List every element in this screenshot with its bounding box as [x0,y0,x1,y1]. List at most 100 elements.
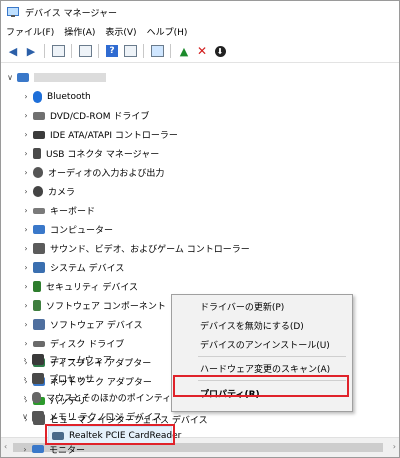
tree-item-firmware[interactable]: › ファームウェア [20,350,112,369]
keyboard-icon [33,207,45,214]
expand-arrow-icon[interactable]: › [21,92,31,101]
tree-item-label: オーディオの入力および出力 [48,169,165,179]
scroll-left-icon[interactable]: ‹ [4,442,7,451]
context-separator [198,356,346,357]
system-device-icon [33,262,45,273]
menu-view[interactable]: 表示(V) [105,25,136,38]
tree-item-keyboard[interactable]: › キーボード [21,201,95,220]
expand-arrow-icon[interactable]: › [21,225,31,234]
toolbar: ◀ ▶ ? ▲ ✕ ⬇ [1,40,399,63]
tree-item-label: Bluetooth [47,91,91,102]
action-pane-icon[interactable] [122,43,138,59]
expand-arrow-icon[interactable]: › [20,393,30,402]
tree-item-label: コンピューター [50,226,114,236]
tree-item-label: キーボード [50,207,96,217]
disable-device-icon[interactable]: ⬇ [212,43,228,59]
tree-item-label: マウスとそのほかのポインティング [46,394,190,404]
scroll-right-icon[interactable]: › [393,442,396,451]
back-arrow-icon[interactable]: ◀ [5,43,21,59]
expand-arrow-icon[interactable]: › [21,130,31,139]
sound-icon [33,243,45,254]
tree-item-label: ソフトウェア デバイス [50,321,143,331]
properties-grid-icon[interactable] [50,43,66,59]
expand-arrow-icon[interactable]: › [21,111,31,120]
tree-item-security[interactable]: › セキュリティ デバイス [21,277,138,296]
tree-item-mouse[interactable]: › マウスとそのほかのポインティング [20,388,189,407]
tree-item-software-device[interactable]: › ソフトウェア デバイス [21,315,143,334]
bluetooth-icon [33,90,42,103]
collapse-arrow-icon[interactable]: ∨ [20,412,30,421]
update-driver-icon[interactable]: ▲ [176,43,192,59]
expand-arrow-icon[interactable]: › [21,149,31,158]
security-device-icon [33,281,41,292]
context-uninstall-device[interactable]: デバイスのアンインストール(U) [172,335,352,353]
expand-arrow-icon[interactable]: › [21,168,31,177]
menu-bar: ファイル(F) 操作(A) 表示(V) ヘルプ(H) [1,23,399,40]
tree-item-audio[interactable]: › オーディオの入力および出力 [21,163,164,182]
tree-item-label: モニター [49,445,86,456]
tree-item-label: システム デバイス [50,264,125,274]
menu-action[interactable]: 操作(A) [64,25,95,38]
title-bar: デバイス マネージャー [1,1,399,23]
audio-icon [33,167,43,178]
window-title: デバイス マネージャー [25,8,117,19]
expand-arrow-icon[interactable]: › [21,320,31,329]
monitor-icon [32,445,44,453]
computer-icon [33,225,45,234]
tree-item-label: IDE ATA/ATAPI コントローラー [50,131,178,141]
tree-item-label: プロセッサ [49,375,95,385]
tree-root-label [34,73,106,82]
tree-item-label: ソフトウェア コンポーネント [46,302,166,312]
context-update-driver[interactable]: ドライバーの更新(P) [172,297,352,315]
tree-item-label: セキュリティ デバイス [46,283,139,293]
computer-root-icon [17,73,29,82]
context-disable-device[interactable]: デバイスを無効にする(D) [172,316,352,334]
show-hide-tree-icon[interactable] [77,43,93,59]
disk-drive-icon [33,340,45,347]
tree-item-sound[interactable]: › サウンド、ビデオ、およびゲーム コントローラー [21,239,250,258]
firmware-icon [32,354,44,365]
tree-item-system[interactable]: › システム デバイス [21,258,124,277]
tree-item-label: メモリ テクノロジ デバイス [49,413,162,423]
uninstall-device-icon[interactable]: ✕ [194,43,210,59]
expand-arrow-icon[interactable]: › [21,187,31,196]
tree-item-label: DVD/CD-ROM ドライブ [50,112,150,122]
tree-item-bluetooth[interactable]: › Bluetooth [21,87,91,106]
expand-arrow-icon[interactable]: › [21,339,31,348]
menu-file[interactable]: ファイル(F) [6,25,54,38]
processor-icon [32,373,44,384]
help-icon[interactable]: ? [104,43,120,59]
expand-arrow-icon[interactable]: › [21,301,31,310]
tree-item-label: ディスク ドライブ [50,340,125,350]
ide-controller-icon [33,130,45,139]
usb-connector-icon [33,148,41,159]
tree-item-label: サウンド、ビデオ、およびゲーム コントローラー [50,245,250,255]
expand-arrow-icon[interactable]: › [20,355,30,364]
tree-item-dvd[interactable]: › DVD/CD-ROM ドライブ [21,106,149,125]
expand-arrow-icon[interactable]: › [21,206,31,215]
expand-arrow-icon[interactable]: › [21,282,31,291]
tree-item-monitor[interactable]: › モニター [20,442,85,456]
collapse-arrow-icon[interactable]: ∨ [5,73,15,82]
expand-arrow-icon[interactable]: › [20,374,30,383]
expand-arrow-icon[interactable]: › [20,445,30,454]
tree-item-processor[interactable]: › プロセッサ [20,369,94,388]
software-device-icon [33,319,45,330]
expand-arrow-icon[interactable]: › [21,244,31,253]
expand-arrow-icon[interactable]: › [21,263,31,272]
scan-hardware-icon[interactable] [149,43,165,59]
tree-item-label: USB コネクタ マネージャー [46,150,160,160]
device-manager-icon [7,7,19,17]
software-component-icon [33,300,41,311]
mouse-icon [32,392,41,403]
tree-item-software-component[interactable]: › ソフトウェア コンポーネント [21,296,166,315]
forward-arrow-icon[interactable]: ▶ [23,43,39,59]
tree-item-ide[interactable]: › IDE ATA/ATAPI コントローラー [21,125,178,144]
tree-item-camera[interactable]: › カメラ [21,182,75,201]
tree-root[interactable]: ∨ [5,68,106,87]
menu-help[interactable]: ヘルプ(H) [147,25,188,38]
tree-item-usb-connector[interactable]: › USB コネクタ マネージャー [21,144,159,163]
memory-device-icon [32,411,44,422]
camera-icon [33,186,43,197]
tree-item-computer[interactable]: › コンピューター [21,220,113,239]
